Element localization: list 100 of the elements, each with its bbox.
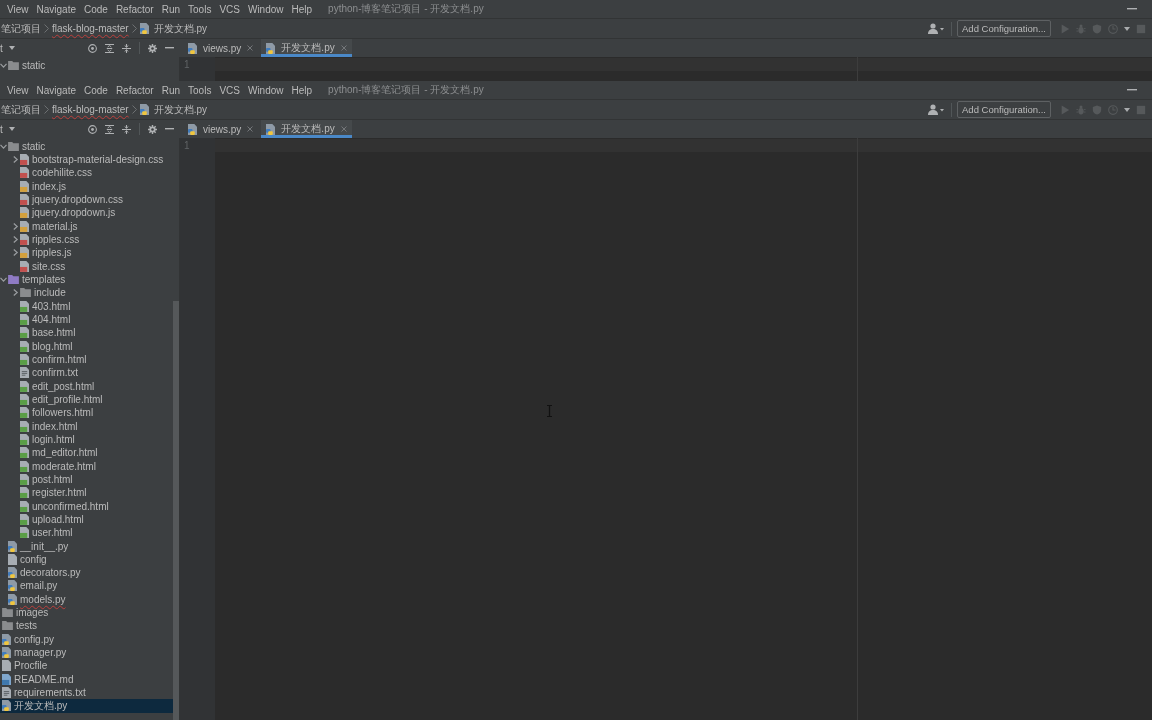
close-icon[interactable] — [247, 126, 254, 132]
menu-item[interactable]: Navigate — [32, 82, 80, 98]
tree-item[interactable]: 403.html — [0, 299, 173, 313]
tree-item[interactable]: manager.py — [0, 645, 173, 660]
tree-item[interactable]: jquery.dropdown.css — [0, 192, 173, 207]
menu-item[interactable]: View — [3, 1, 33, 17]
tree-item[interactable]: base.html — [0, 326, 173, 340]
menu-item[interactable]: Help — [287, 82, 317, 98]
menu-item[interactable]: Code — [79, 82, 112, 98]
tree-item[interactable]: index.js — [0, 179, 173, 193]
chevron-right-icon[interactable] — [12, 235, 19, 243]
close-icon[interactable] — [340, 45, 347, 51]
project-view-dropdown[interactable]: t — [0, 121, 17, 137]
breadcrumb-item[interactable]: 开发文档.py — [138, 102, 209, 117]
chevron-right-icon[interactable] — [12, 249, 19, 257]
tree-item[interactable]: config.py — [0, 632, 173, 646]
tree-item[interactable]: 404.html — [0, 312, 173, 327]
tree-item[interactable]: unconfirmed.html — [0, 499, 173, 513]
tree-item[interactable]: confirm.txt — [0, 366, 173, 380]
breadcrumb-item[interactable]: 笔记项目 — [0, 21, 42, 36]
tree-item[interactable]: Procfile — [0, 659, 173, 673]
minimize-icon[interactable] — [1127, 89, 1137, 91]
tree-item[interactable]: site.css — [0, 259, 173, 273]
menu-item[interactable]: Run — [157, 1, 185, 17]
menu-item[interactable]: Code — [79, 1, 112, 17]
tree-item[interactable]: static — [0, 59, 173, 73]
tree-item[interactable]: 开发文档.py — [0, 699, 173, 713]
close-icon[interactable] — [340, 126, 347, 132]
tree-item[interactable]: edit_post.html — [0, 379, 173, 393]
tree-item[interactable]: user.html — [0, 526, 173, 540]
tree-item[interactable]: requirements.txt — [0, 685, 173, 700]
tree-item[interactable]: moderate.html — [0, 459, 173, 473]
menu-item[interactable]: Tools — [184, 1, 216, 17]
minimize-icon[interactable] — [165, 128, 174, 130]
tree-item[interactable]: config — [0, 552, 173, 566]
tree-item[interactable]: README.md — [0, 672, 173, 686]
tree-item[interactable]: blog.html — [0, 339, 173, 353]
tree-item[interactable]: register.html — [0, 486, 173, 500]
menu-item[interactable]: Run — [157, 82, 185, 98]
scrollbar-thumb[interactable] — [173, 301, 179, 720]
tree-item[interactable]: templates — [0, 272, 173, 287]
chevron-right-icon[interactable] — [12, 156, 19, 163]
caret-icon[interactable] — [1124, 26, 1130, 31]
settings-icon[interactable] — [148, 43, 157, 53]
project-view-dropdown[interactable]: t — [0, 40, 17, 56]
breadcrumb-item[interactable]: 开发文档.py — [138, 21, 209, 36]
caret-icon[interactable] — [1124, 107, 1130, 112]
tree-item[interactable]: images — [0, 606, 173, 620]
breadcrumb-item[interactable]: flask-blog-master — [51, 21, 130, 36]
tree-item[interactable]: email.py — [0, 579, 173, 593]
tree-item[interactable]: bootstrap-material-design.css — [0, 152, 173, 167]
collapse-arrows-icon[interactable] — [122, 124, 131, 134]
tree-item[interactable]: material.js — [0, 219, 173, 233]
tree-item[interactable]: codehilite.css — [0, 166, 173, 180]
menu-item[interactable]: Navigate — [32, 1, 80, 17]
chevron-right-icon[interactable] — [12, 289, 19, 297]
menu-item[interactable]: Window — [243, 1, 288, 17]
menu-item[interactable]: Help — [287, 1, 317, 17]
add-configuration-button[interactable]: Add Configuration... — [957, 20, 1051, 37]
menu-item[interactable]: Window — [243, 82, 288, 98]
chevron-right-icon[interactable] — [12, 222, 19, 230]
tree-item[interactable]: static — [0, 139, 173, 153]
tree-item[interactable]: edit_profile.html — [0, 392, 173, 407]
menu-item[interactable]: Refactor — [111, 82, 158, 98]
minimize-icon[interactable] — [165, 47, 174, 49]
tree-item[interactable]: upload.html — [0, 512, 173, 526]
add-configuration-button[interactable]: Add Configuration... — [957, 101, 1051, 118]
user-icon[interactable] — [928, 23, 944, 34]
menu-item[interactable]: Refactor — [111, 1, 158, 17]
tree-item[interactable]: include — [0, 286, 173, 300]
chevron-down-icon[interactable] — [0, 62, 7, 70]
menu-item[interactable]: Tools — [184, 82, 216, 98]
tree-item[interactable]: ripples.js — [0, 246, 173, 260]
tree-item[interactable]: __init__.py — [0, 539, 173, 553]
menu-item[interactable]: VCS — [215, 82, 244, 98]
menu-item[interactable]: View — [3, 82, 33, 98]
chevron-down-icon[interactable] — [0, 275, 7, 283]
tree-item[interactable]: login.html — [0, 432, 173, 447]
tree-item[interactable]: followers.html — [0, 406, 173, 420]
expand-arrows-icon[interactable] — [105, 43, 114, 53]
user-icon[interactable] — [928, 104, 944, 115]
target-icon[interactable] — [88, 124, 97, 134]
tree-item[interactable]: confirm.html — [0, 352, 173, 367]
minimize-icon[interactable] — [1127, 8, 1137, 10]
tree-item[interactable]: index.html — [0, 419, 173, 433]
tree-item[interactable]: post.html — [0, 472, 173, 487]
tree-item[interactable]: models.py — [0, 592, 173, 606]
breadcrumb-item[interactable]: flask-blog-master — [51, 102, 130, 117]
chevron-down-icon[interactable] — [0, 142, 7, 150]
collapse-arrows-icon[interactable] — [122, 43, 131, 53]
tree-item[interactable]: jquery.dropdown.js — [0, 206, 173, 220]
editor-tab[interactable]: views.py — [183, 120, 259, 138]
close-icon[interactable] — [247, 45, 254, 51]
editor-tab[interactable]: 开发文档.py — [261, 120, 352, 138]
target-icon[interactable] — [88, 43, 97, 53]
editor-tab[interactable]: 开发文档.py — [261, 39, 352, 57]
expand-arrows-icon[interactable] — [105, 124, 114, 134]
editor-tab[interactable]: views.py — [183, 39, 259, 57]
tree-item[interactable]: decorators.py — [0, 566, 173, 580]
breadcrumb-item[interactable]: 笔记项目 — [0, 102, 42, 117]
